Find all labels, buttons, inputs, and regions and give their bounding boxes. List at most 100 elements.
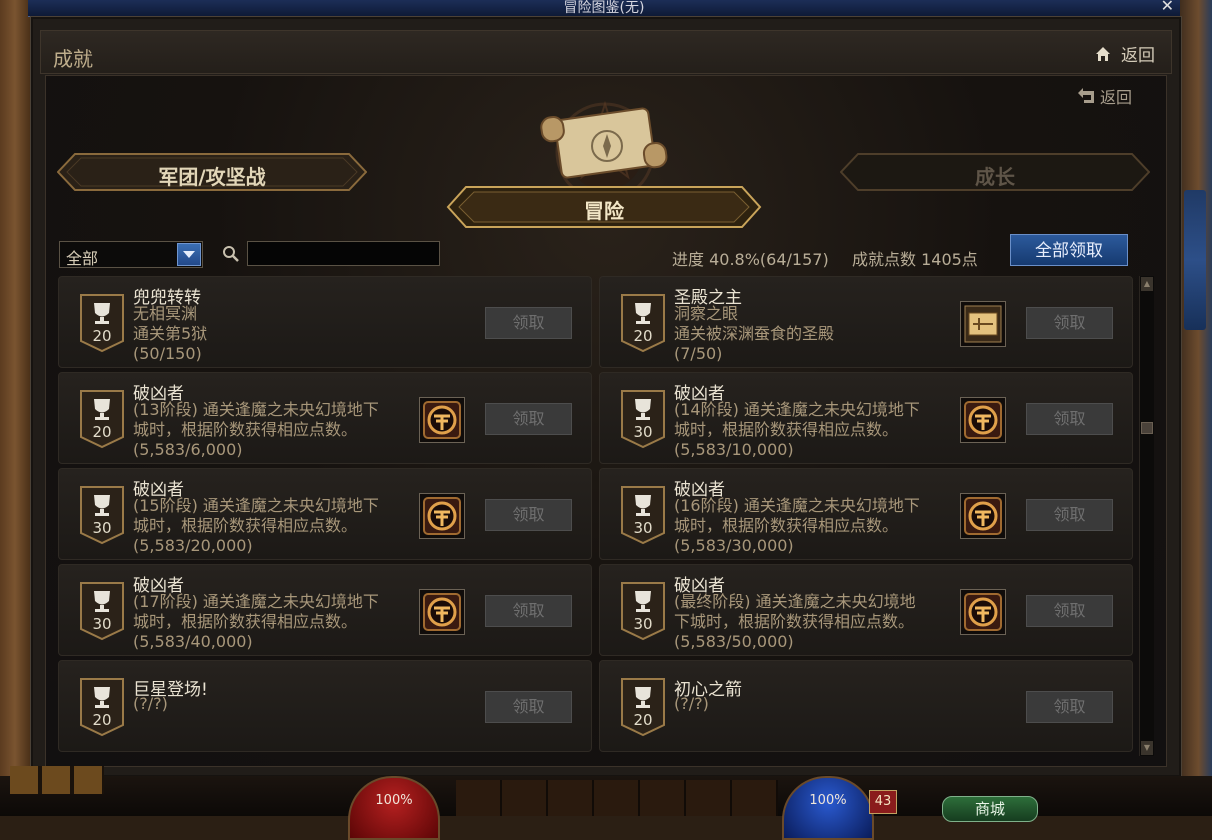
achievement-description: (15阶段) 通关逢魔之未央幻境地下 城时，根据阶数获得相应点数。 (5,583/2… [133, 496, 405, 556]
reward-emblem-icon[interactable] [419, 589, 465, 635]
achievement-desc-line: (7/50) [674, 344, 723, 363]
achievement-card: 20 破凶者 (13阶段) 通关逢魔之未央幻境地下 城时，根据阶数获得相应点数。 (5,… [58, 372, 592, 464]
scroll-thumb[interactable] [1141, 422, 1153, 434]
progress-label: 进度 40.8%(64/157) [672, 250, 829, 269]
claim-button[interactable]: 领取 [485, 499, 572, 531]
achievement-desc-line: (16阶段) 通关逢魔之未央幻境地下 [674, 496, 920, 515]
achievement-desc-line: (最终阶段) 通关逢魔之未央幻境地 [674, 592, 916, 611]
reward-emblem-icon[interactable] [419, 397, 465, 443]
reward-emblem-icon[interactable] [960, 589, 1006, 635]
tab-legion-raid[interactable]: 军团/攻坚战 [57, 153, 367, 191]
achievement-desc-line: 无相冥渊 [133, 304, 198, 323]
shop-button[interactable]: 商城 [942, 796, 1038, 822]
trophy-badge: 20 [620, 677, 666, 737]
trophy-badge: 30 [620, 389, 666, 449]
window-title: 冒险图鉴(无) [563, 0, 645, 16]
category-dropdown[interactable]: 全部 [59, 241, 203, 268]
achievement-desc-line: (5,583/30,000) [674, 536, 794, 555]
claim-button[interactable]: 领取 [1026, 499, 1113, 531]
achievement-desc-line: 城时，根据阶数获得相应点数。 [133, 516, 358, 535]
achievement-list: 20 兜兜转转 无相冥渊 通关第5狱 (50/150) 领取 20 圣殿之主 洞察之眼 通关被深渊… [58, 276, 1136, 756]
achievement-desc-line: 城时，根据阶数获得相应点数。 [674, 516, 899, 535]
tab-growth-label: 成长 [975, 165, 1015, 189]
claim-button[interactable]: 领取 [485, 691, 572, 723]
trophy-points: 20 [92, 327, 112, 345]
achievement-card: 20 圣殿之主 洞察之眼 通关被深渊蚕食的圣殿 (7/50) 领取 [599, 276, 1133, 368]
claim-button[interactable]: 领取 [485, 307, 572, 339]
search-input[interactable] [247, 241, 440, 266]
achievement-desc-line: (?/?) [674, 694, 709, 713]
trophy-badge: 20 [79, 677, 125, 737]
achievement-card: 30 破凶者 (16阶段) 通关逢魔之未央幻境地下 城时，根据阶数获得相应点数。 (5,… [599, 468, 1133, 560]
achievement-description: (16阶段) 通关逢魔之未央幻境地下 城时，根据阶数获得相应点数。 (5,583/3… [674, 496, 946, 556]
achievement-desc-line: (17阶段) 通关逢魔之未央幻境地下 [133, 592, 379, 611]
trophy-points: 30 [633, 615, 653, 633]
close-icon[interactable]: ✕ [1161, 0, 1174, 15]
achievement-description: (14阶段) 通关逢魔之未央幻境地下 城时，根据阶数获得相应点数。 (5,583/1… [674, 400, 946, 460]
claim-button[interactable]: 领取 [485, 595, 572, 627]
trophy-badge: 20 [79, 293, 125, 353]
reward-emblem-icon[interactable] [960, 493, 1006, 539]
achievement-desc-line: 城时，根据阶数获得相应点数。 [133, 612, 358, 631]
back-button[interactable]: 返回 [1077, 84, 1132, 108]
scroll-down-icon[interactable]: ▼ [1141, 741, 1153, 755]
achievement-desc-line: (15阶段) 通关逢魔之未央幻境地下 [133, 496, 379, 515]
trophy-points: 20 [633, 711, 653, 729]
achievement-desc-line: 下城时，根据阶数获得相应点数。 [674, 612, 915, 631]
achievement-desc-line: 城时，根据阶数获得相应点数。 [133, 420, 358, 439]
achievement-desc-line: (14阶段) 通关逢魔之未央幻境地下 [674, 400, 920, 419]
trophy-points: 30 [633, 423, 653, 441]
achievement-desc-line: (50/150) [133, 344, 202, 363]
tab-adventure[interactable]: 冒险 [446, 185, 762, 229]
game-background-right [1178, 0, 1212, 816]
list-scrollbar[interactable]: ▲ ▼ [1139, 276, 1154, 756]
trophy-badge: 30 [620, 581, 666, 641]
trophy-points: 20 [633, 327, 653, 345]
achievement-desc-line: (5,583/10,000) [674, 440, 794, 459]
claim-button[interactable]: 领取 [1026, 691, 1113, 723]
home-return-button[interactable]: 返回 [1095, 41, 1155, 66]
achievement-card: 30 破凶者 (最终阶段) 通关逢魔之未央幻境地 下城时，根据阶数获得相应点数。 (5,… [599, 564, 1133, 656]
achievement-desc-line: 城时，根据阶数获得相应点数。 [674, 420, 899, 439]
trophy-points: 30 [633, 519, 653, 537]
reward-map-icon[interactable] [960, 301, 1006, 347]
reward-emblem-icon[interactable] [960, 397, 1006, 443]
achievement-desc-line: 通关第5狱 [133, 324, 208, 343]
achievement-card: 30 破凶者 (14阶段) 通关逢魔之未央幻境地下 城时，根据阶数获得相应点数。 (5,… [599, 372, 1133, 464]
claim-button[interactable]: 领取 [1026, 595, 1113, 627]
achievement-desc-line: 通关被深渊蚕食的圣殿 [674, 324, 835, 343]
back-button-label: 返回 [1099, 88, 1132, 107]
achievement-desc-line: (5,583/6,000) [133, 440, 243, 459]
claim-button[interactable]: 领取 [1026, 307, 1113, 339]
trophy-badge: 30 [620, 485, 666, 545]
achievement-description: (最终阶段) 通关逢魔之未央幻境地 下城时，根据阶数获得相应点数。 (5,583/5… [674, 592, 946, 652]
level-badge: 43 [869, 790, 897, 814]
scroll-up-icon[interactable]: ▲ [1141, 277, 1153, 291]
header-bar: 成就 返回 [40, 30, 1172, 74]
category-dropdown-value: 全部 [66, 249, 99, 268]
achievement-description: 洞察之眼 通关被深渊蚕食的圣殿 (7/50) [674, 304, 946, 364]
back-arrow-icon [1077, 88, 1094, 103]
achievement-description: (13阶段) 通关逢魔之未央幻境地下 城时，根据阶数获得相应点数。 (5,583/6… [133, 400, 405, 460]
home-icon [1096, 46, 1110, 61]
trophy-badge: 30 [79, 581, 125, 641]
search-icon[interactable] [222, 245, 240, 263]
skill-hotbar[interactable] [456, 780, 778, 816]
buff-icons [10, 766, 104, 794]
achievement-desc-line: 洞察之眼 [674, 304, 739, 323]
claim-button[interactable]: 领取 [485, 403, 572, 435]
achievement-description: (?/?) [674, 694, 946, 714]
trophy-points: 30 [92, 615, 112, 633]
achievement-description: (17阶段) 通关逢魔之未央幻境地下 城时，根据阶数获得相应点数。 (5,583/4… [133, 592, 405, 652]
trophy-points: 20 [92, 423, 112, 441]
claim-all-button[interactable]: 全部领取 [1010, 234, 1128, 266]
achievement-description: 无相冥渊 通关第5狱 (50/150) [133, 304, 405, 364]
tab-adventure-label: 冒险 [584, 199, 624, 223]
achievement-card: 30 破凶者 (15阶段) 通关逢魔之未央幻境地下 城时，根据阶数获得相应点数。 (5,… [58, 468, 592, 560]
claim-button[interactable]: 领取 [1026, 403, 1113, 435]
tab-growth[interactable]: 成长 [840, 153, 1150, 191]
achievement-desc-line: (5,583/40,000) [133, 632, 253, 651]
game-background-left [0, 0, 30, 816]
chevron-down-icon[interactable] [177, 243, 201, 266]
reward-emblem-icon[interactable] [419, 493, 465, 539]
